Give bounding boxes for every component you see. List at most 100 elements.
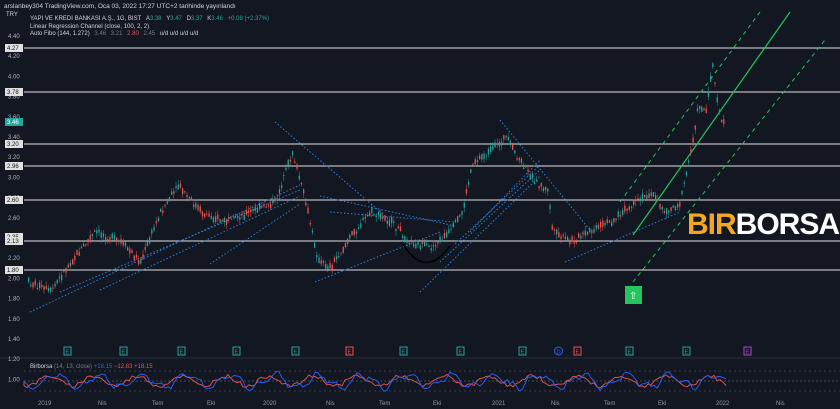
indicator-pane[interactable] xyxy=(23,370,840,392)
candle-body xyxy=(217,214,219,220)
indicator-name: Birborsa xyxy=(30,364,53,370)
candle-body xyxy=(83,244,85,247)
badge-2-60: 2.60 xyxy=(7,198,19,204)
price-tick-label: 4.20 xyxy=(8,54,20,60)
earnings-marker[interactable]: E xyxy=(345,346,354,356)
candle-body xyxy=(151,229,153,234)
earnings-marker[interactable]: E xyxy=(625,346,634,356)
candle-body xyxy=(274,197,276,202)
candle-body xyxy=(718,110,721,112)
candle-body xyxy=(210,215,212,220)
candle-body xyxy=(336,256,338,260)
earnings-marker[interactable]: E xyxy=(232,346,241,356)
candle-body xyxy=(254,207,256,211)
event-markers[interactable]: EEEEEEEEEDEEEE xyxy=(63,346,752,356)
candle-body xyxy=(105,237,107,241)
badge-current: 3.46 xyxy=(7,120,19,126)
price-chart-canvas[interactable]: 4.404.204.003.803.603.403.203.002.802.60… xyxy=(0,0,840,409)
logo-part-1: BIR xyxy=(687,208,737,241)
candle-body xyxy=(164,204,166,207)
candle-body xyxy=(705,108,707,114)
candle-body xyxy=(553,229,556,231)
candle-body xyxy=(395,229,397,232)
time-axis[interactable]: 2019 Nis Tem Eki 2020 Nis Tem Eki 2021 N… xyxy=(0,399,840,409)
candle-body xyxy=(514,150,516,154)
earnings-marker[interactable]: E xyxy=(518,346,527,356)
candle-body xyxy=(487,148,490,155)
candle-body xyxy=(413,243,415,247)
candle-body xyxy=(120,238,122,244)
candle-body xyxy=(351,231,353,236)
candle-body xyxy=(28,277,30,282)
candle-body xyxy=(474,159,476,164)
svg-text:E: E xyxy=(235,350,239,356)
candle-body xyxy=(404,236,406,241)
candle-body xyxy=(186,194,188,198)
dividend-marker[interactable]: D xyxy=(554,346,563,356)
candle-body xyxy=(69,262,72,267)
candle-body xyxy=(479,155,481,160)
candle-body xyxy=(622,210,624,216)
candle-body xyxy=(443,233,446,239)
candle-body xyxy=(298,175,300,180)
trend-lines[interactable] xyxy=(29,119,681,313)
candle-body xyxy=(648,193,650,198)
candle-body xyxy=(560,236,562,239)
price-tick-label: 1.60 xyxy=(8,317,20,323)
candle-body xyxy=(518,158,520,161)
candle-body xyxy=(366,214,369,217)
earnings-marker[interactable]: E xyxy=(63,346,72,356)
candle-body xyxy=(34,280,36,286)
candle-body xyxy=(278,189,281,194)
candle-body xyxy=(195,203,197,208)
candle-body xyxy=(54,283,56,287)
earnings-marker[interactable]: E xyxy=(573,346,582,356)
candle-body xyxy=(327,265,329,270)
earnings-marker[interactable]: E xyxy=(119,346,128,356)
candle-body xyxy=(380,213,382,219)
candle-body xyxy=(567,237,569,241)
x-label-2020: 2020 xyxy=(263,401,277,407)
candle-body xyxy=(155,221,157,224)
earnings-marker[interactable]: E xyxy=(399,346,408,356)
earnings-marker[interactable]: E xyxy=(682,346,691,356)
candle-body xyxy=(318,257,320,264)
candle-body xyxy=(325,263,327,269)
candle-body xyxy=(476,160,479,163)
price-axis[interactable]: 4.404.204.003.803.603.403.203.002.802.60… xyxy=(8,34,20,383)
candle-body xyxy=(655,195,657,201)
candle-body xyxy=(446,232,448,238)
candle-body xyxy=(703,108,705,111)
candle-body xyxy=(580,235,582,239)
candle-body xyxy=(285,167,287,170)
indicator-legend[interactable]: Birborsa (14, 13, close) +18.15 −12.83 +… xyxy=(30,364,153,370)
earnings-marker[interactable]: E xyxy=(291,346,300,356)
candle-body xyxy=(485,155,487,157)
candle-body xyxy=(646,195,648,200)
candle-body xyxy=(355,231,358,234)
candle-body xyxy=(494,142,496,148)
earnings-marker[interactable]: E xyxy=(743,346,752,356)
price-tick-label: 3.20 xyxy=(8,155,20,161)
svg-text:E: E xyxy=(746,350,750,356)
earnings-marker[interactable]: E xyxy=(177,346,186,356)
candle-body xyxy=(309,222,311,225)
candle-body xyxy=(421,241,424,245)
candle-body xyxy=(52,287,54,289)
candle-body xyxy=(595,225,597,229)
candle-body xyxy=(399,226,402,232)
candle-body xyxy=(197,205,199,210)
candle-body xyxy=(430,248,432,251)
candle-body xyxy=(252,209,254,212)
candle-body xyxy=(305,202,307,206)
price-tick-label: 2.00 xyxy=(8,276,20,282)
candle-body xyxy=(716,97,718,103)
candle-body xyxy=(505,135,507,138)
candle-body xyxy=(201,211,204,217)
candle-body xyxy=(289,159,292,162)
candle-body xyxy=(329,262,331,269)
candle-body xyxy=(347,239,349,244)
earnings-marker[interactable]: E xyxy=(456,346,465,356)
x-label-tem-2019: Tem xyxy=(152,401,164,407)
candle-body xyxy=(219,219,221,222)
